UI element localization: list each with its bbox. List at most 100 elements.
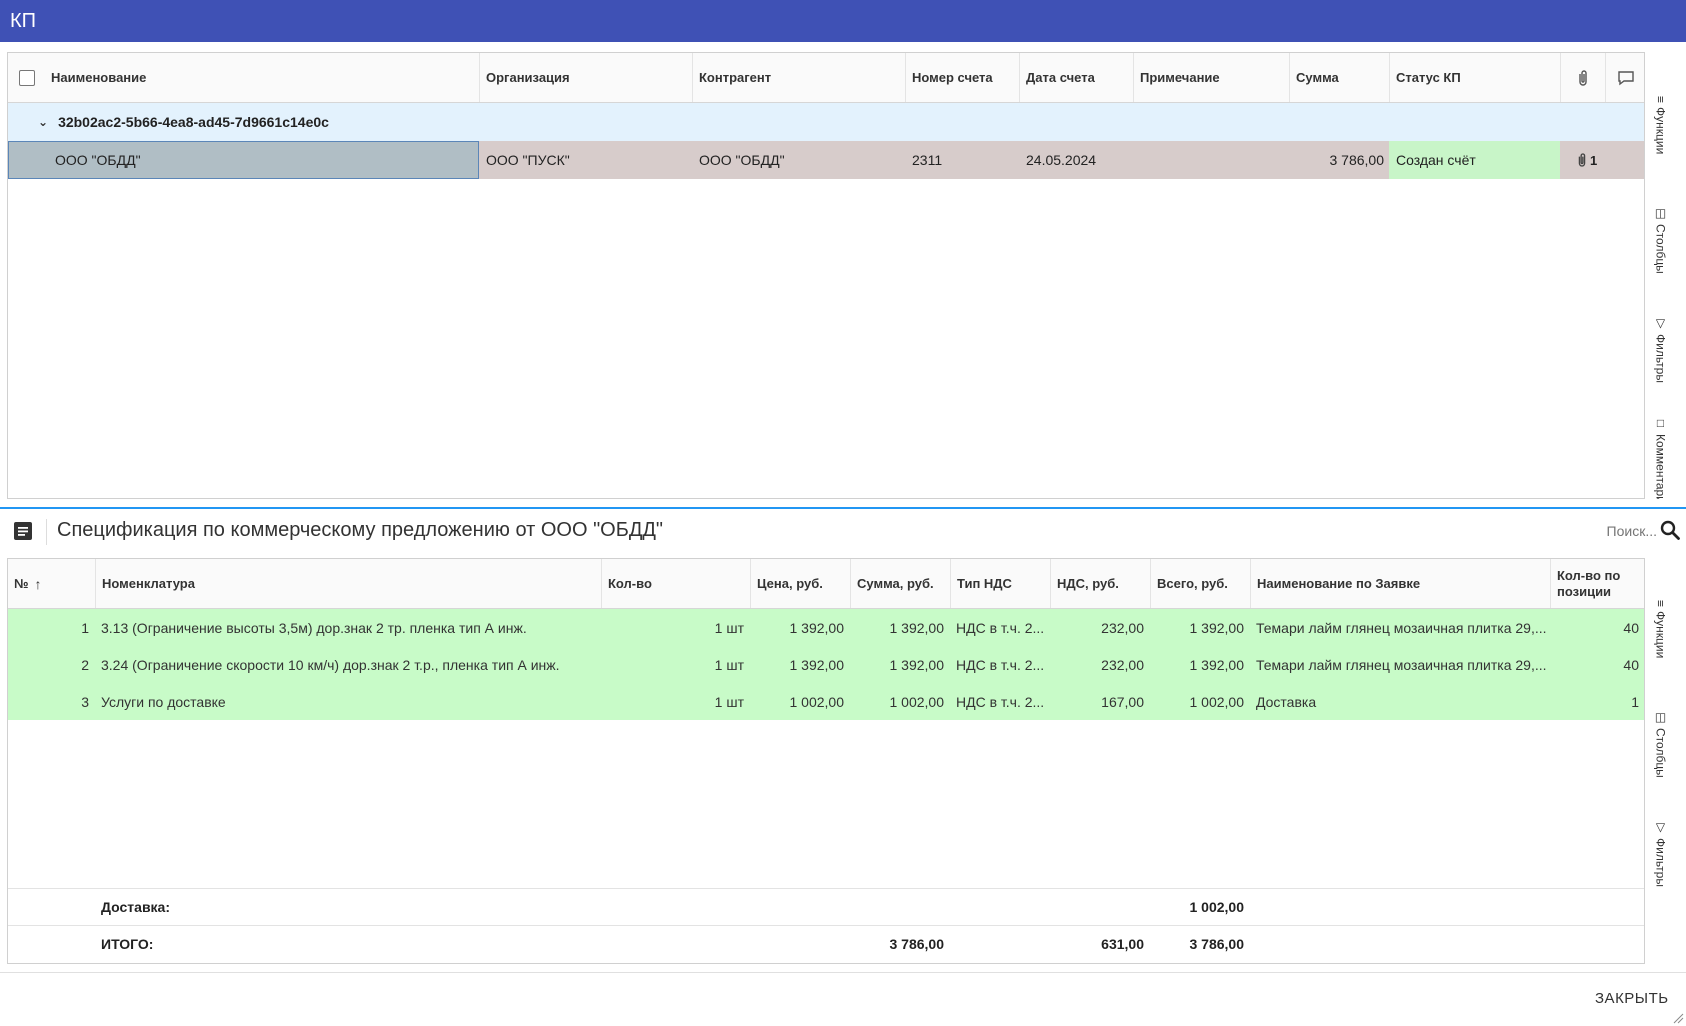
kp-cell-counterparty[interactable]: ООО "ОБДД" <box>692 141 905 179</box>
cell-qty-position[interactable]: 40 <box>1550 609 1645 646</box>
col-header-qty-position[interactable]: Кол-во по позиции <box>1550 559 1645 608</box>
attachment-count: 1 <box>1590 152 1598 168</box>
cell-request-name[interactable]: Темари лайм глянец мозаичная плитка 29,.… <box>1250 609 1550 646</box>
col-header-organization[interactable]: Организация <box>479 53 692 102</box>
cell-sum[interactable]: 1 392,00 <box>850 646 950 683</box>
cell-vat[interactable]: 167,00 <box>1050 683 1150 720</box>
close-button[interactable]: ЗАКРЫТЬ <box>1595 990 1669 1007</box>
kp-grid-header: Наименование Организация Контрагент Номе… <box>8 53 1644 103</box>
cell-total[interactable]: 1 392,00 <box>1150 646 1250 683</box>
col-header-nomenclature[interactable]: Номенклатура <box>95 559 601 608</box>
cell-vat-type[interactable]: НДС в т.ч. 2... <box>950 609 1050 646</box>
filter-icon: ▽ <box>1653 316 1668 330</box>
spec-toolbar: Спецификация по коммерческому предложени… <box>7 511 1682 551</box>
col-header-price[interactable]: Цена, руб. <box>750 559 850 608</box>
col-header-num[interactable]: № ↑ <box>8 559 95 608</box>
kp-cell-invoice-date[interactable]: 24.05.2024 <box>1019 141 1133 179</box>
kp-cell-name[interactable]: ООО "ОБДД" <box>8 141 479 179</box>
col-header-request-name[interactable]: Наименование по Заявке <box>1250 559 1550 608</box>
col-header-comments[interactable] <box>1605 53 1645 102</box>
group-row[interactable]: ⌄ 32b02ac2-5b66-4ea8-ad45-7d9661c14e0c <box>8 103 1645 141</box>
cell-price[interactable]: 1 392,00 <box>750 609 850 646</box>
col-header-invoice-date[interactable]: Дата счета <box>1019 53 1133 102</box>
cell-num[interactable]: 2 <box>8 646 95 683</box>
cell-price[interactable]: 1 392,00 <box>750 646 850 683</box>
select-all-checkbox[interactable] <box>18 69 35 86</box>
window-title: КП <box>0 0 1686 42</box>
col-header-sum[interactable]: Сумма <box>1289 53 1389 102</box>
search-icon[interactable] <box>1659 519 1681 541</box>
cell-nomenclature[interactable]: 3.13 (Ограничение высоты 3,5м) дор.знак … <box>95 609 601 646</box>
cell-total[interactable]: 1 002,00 <box>1150 683 1250 720</box>
cell-qty-position[interactable]: 40 <box>1550 646 1645 683</box>
cell-vat[interactable]: 232,00 <box>1050 646 1150 683</box>
footer-total-total: 3 786,00 <box>1189 936 1245 952</box>
kp-row[interactable]: ООО "ОБДД" ООО "ПУСК" ООО "ОБДД" 2311 24… <box>8 141 1645 179</box>
chevron-down-icon[interactable]: ⌄ <box>38 115 48 129</box>
cell-sum[interactable]: 1 002,00 <box>850 683 950 720</box>
col-header-status[interactable]: Статус КП <box>1389 53 1560 102</box>
kp-cell-organization[interactable]: ООО "ПУСК" <box>479 141 692 179</box>
document-icon <box>14 522 32 540</box>
col-header-vat-type[interactable]: Тип НДС <box>950 559 1050 608</box>
cell-qty[interactable]: 1 шт <box>601 646 750 683</box>
paperclip-icon <box>1579 69 1587 86</box>
cell-nomenclature[interactable]: 3.24 (Ограничение скорости 10 км/ч) дор.… <box>95 646 601 683</box>
cell-request-name[interactable]: Темари лайм глянец мозаичная плитка 29,.… <box>1250 646 1550 683</box>
cell-sum[interactable]: 1 392,00 <box>850 609 950 646</box>
side-filters-label: Фильтры <box>1653 838 1668 887</box>
kp-cell-note[interactable] <box>1133 141 1289 179</box>
menu-icon: ≡ <box>1653 96 1668 104</box>
group-label: 32b02ac2-5b66-4ea8-ad45-7d9661c14e0c <box>58 114 329 130</box>
cell-vat[interactable]: 232,00 <box>1050 609 1150 646</box>
spec-grid-header: № ↑ Номенклатура Кол-во Цена, руб. Сумма… <box>8 559 1644 609</box>
cell-num[interactable]: 1 <box>8 609 95 646</box>
cell-price[interactable]: 1 002,00 <box>750 683 850 720</box>
side-functions-button[interactable]: ≡ Функции <box>1645 94 1676 194</box>
cell-num[interactable]: 3 <box>8 683 95 720</box>
cell-qty[interactable]: 1 шт <box>601 609 750 646</box>
col-header-qty-position-line1: Кол-во по <box>1557 567 1621 583</box>
kp-cell-sum[interactable]: 3 786,00 <box>1289 141 1389 179</box>
cell-qty[interactable]: 1 шт <box>601 683 750 720</box>
columns-icon: ◫ <box>1653 206 1668 220</box>
cell-qty-position[interactable]: 1 <box>1550 683 1645 720</box>
search-input[interactable] <box>1577 519 1657 543</box>
col-header-counterparty[interactable]: Контрагент <box>692 53 905 102</box>
cell-nomenclature[interactable]: Услуги по доставке <box>95 683 601 720</box>
panel-splitter[interactable] <box>0 507 1686 509</box>
dialog-footer-divider <box>0 972 1686 973</box>
col-header-vat[interactable]: НДС, руб. <box>1050 559 1150 608</box>
col-header-qty[interactable]: Кол-во <box>601 559 750 608</box>
cell-total[interactable]: 1 392,00 <box>1150 609 1250 646</box>
kp-cell-attachments[interactable]: 1 <box>1560 141 1645 179</box>
col-header-attachments[interactable] <box>1560 53 1605 102</box>
col-header-name[interactable]: Наименование <box>45 53 479 102</box>
side-filters-label: Фильтры <box>1653 334 1668 383</box>
filter-icon: ▽ <box>1653 820 1668 834</box>
side-filters-button[interactable]: ▽ Фильтры <box>1645 818 1676 918</box>
side-filters-button[interactable]: ▽ Фильтры <box>1645 314 1676 414</box>
table-row[interactable]: 3 Услуги по доставке 1 шт 1 002,00 1 002… <box>8 683 1645 720</box>
side-columns-button[interactable]: ◫ Столбцы <box>1645 708 1676 808</box>
cell-vat-type[interactable]: НДС в т.ч. 2... <box>950 646 1050 683</box>
col-header-sum[interactable]: Сумма, руб. <box>850 559 950 608</box>
table-row[interactable]: 1 3.13 (Ограничение высоты 3,5м) дор.зна… <box>8 609 1645 646</box>
col-header-invoice-number[interactable]: Номер счета <box>905 53 1019 102</box>
side-comments-button[interactable]: □ Комментарии <box>1645 414 1676 499</box>
col-header-total[interactable]: Всего, руб. <box>1150 559 1250 608</box>
toolbar-separator <box>46 519 47 545</box>
cell-request-name[interactable]: Доставка <box>1250 683 1550 720</box>
col-header-note[interactable]: Примечание <box>1133 53 1289 102</box>
side-functions-button[interactable]: ≡ Функции <box>1645 598 1676 698</box>
kp-cell-invoice-number[interactable]: 2311 <box>905 141 1019 179</box>
col-header-num-label: № <box>14 576 29 591</box>
kp-cell-status[interactable]: Создан счёт <box>1389 141 1560 179</box>
side-functions-label: Функции <box>1653 611 1668 659</box>
footer-total-label: ИТОГО: <box>101 936 154 952</box>
cell-vat-type[interactable]: НДС в т.ч. 2... <box>950 683 1050 720</box>
table-row[interactable]: 2 3.24 (Ограничение скорости 10 км/ч) до… <box>8 646 1645 683</box>
side-columns-button[interactable]: ◫ Столбцы <box>1645 204 1676 304</box>
comment-icon <box>1617 70 1634 85</box>
resize-handle-icon[interactable] <box>1672 1012 1684 1024</box>
